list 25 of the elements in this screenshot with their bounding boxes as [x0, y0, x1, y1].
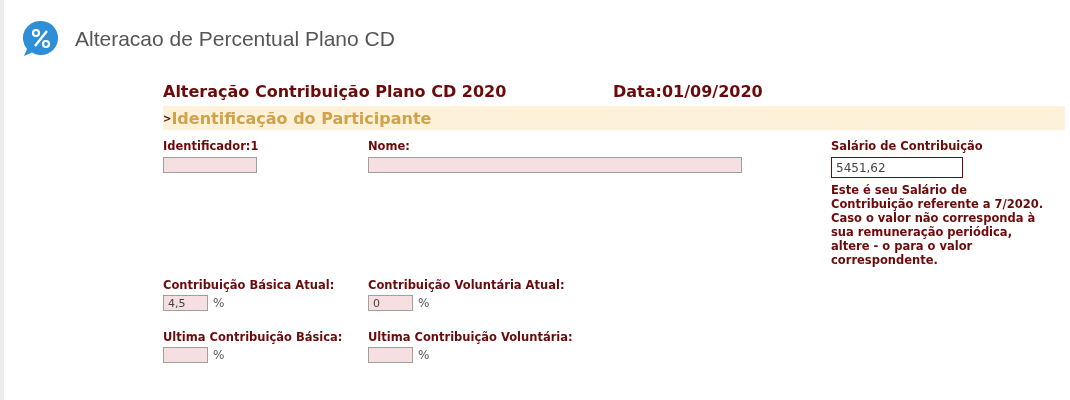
percent-unit: % — [213, 348, 225, 362]
input-field[interactable] — [163, 157, 257, 173]
form-title: Alteração Contribuição Plano CD 2020 — [163, 82, 508, 101]
percent-unit: % — [213, 296, 225, 310]
percent-unit: % — [418, 348, 430, 362]
percent-field[interactable] — [163, 347, 208, 363]
field-label: Contribuição Básica Atual: — [163, 278, 336, 292]
field-label: Ultima Contribuição Voluntária: — [368, 330, 574, 344]
page-title: Alteracao de Percentual Plano CD — [75, 27, 395, 51]
field-label: Identificador:1 — [163, 139, 260, 153]
percent-unit: % — [418, 296, 430, 310]
form-date: Data:01/09/2020 — [613, 82, 763, 101]
section-marker: > — [163, 112, 172, 124]
section-title: Identificação do Participante — [171, 108, 432, 128]
field-label: Contribuição Voluntária Atual: — [368, 278, 566, 292]
salary-field[interactable]: 5451,62 — [831, 157, 963, 178]
percent-chat-icon — [21, 19, 61, 59]
percent-field[interactable]: 4,5 — [163, 295, 208, 311]
percent-field[interactable] — [368, 347, 413, 363]
input-field[interactable] — [368, 157, 742, 173]
field-label: Nome: — [368, 139, 411, 153]
field-label: Ultima Contribuição Básica: — [163, 330, 344, 344]
percent-field[interactable]: 0 — [368, 295, 413, 311]
salary-note: Este é seu Salário de Contribuição referente a 7/2020. Caso o valor não corresponda à sua remuneração periódica, altere - o para o valor correspondente. — [831, 183, 1045, 267]
field-label: Salário de Contribuição — [831, 139, 984, 153]
